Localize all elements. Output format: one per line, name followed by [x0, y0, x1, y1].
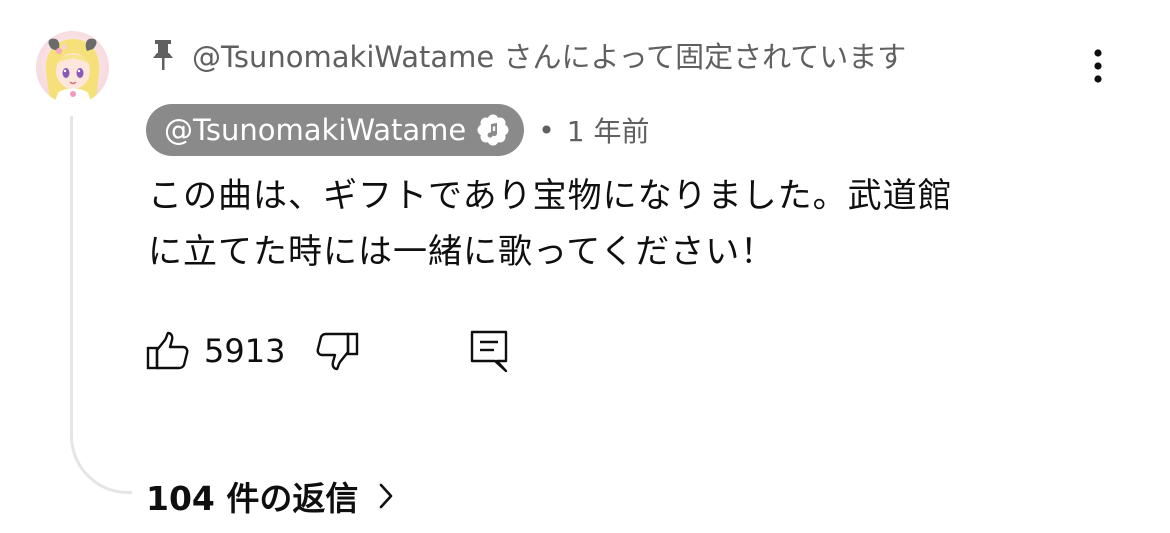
- chevron-right-icon: [378, 482, 394, 510]
- pinned-text: @TsunomakiWatame さんによって固定されています: [192, 40, 907, 74]
- like-count: 5913: [204, 332, 286, 370]
- separator-dot: •: [538, 113, 555, 147]
- thumb-up-icon: [146, 331, 189, 370]
- music-artist-badge-icon: [476, 113, 510, 147]
- avatar-image-icon: [45, 38, 100, 104]
- reply-button[interactable]: [469, 329, 509, 373]
- reply-thread-line: [70, 116, 132, 494]
- dislike-button[interactable]: [315, 331, 359, 371]
- thumb-down-icon: [316, 332, 359, 371]
- more-vert-icon: [1094, 49, 1102, 83]
- pin-icon: [148, 36, 178, 74]
- comment-actions: 5913: [146, 326, 509, 376]
- author-chip[interactable]: @TsunomakiWatame: [146, 104, 525, 156]
- reply-comment-icon: [471, 330, 508, 373]
- comment-text-line: に立てた時には一緒に歌ってください！: [148, 232, 776, 272]
- like-button[interactable]: [146, 331, 190, 371]
- view-replies-button[interactable]: 104 件の返信: [146, 472, 394, 520]
- comment-text: この曲は、ギフトであり宝物になりました。武道館 に立てた時には一緒に歌ってくださ…: [148, 168, 1078, 280]
- comment-text-line: この曲は、ギフトであり宝物になりました。武道館: [148, 176, 953, 216]
- replies-label: 104 件の返信: [146, 479, 359, 518]
- more-actions-button[interactable]: [1083, 44, 1113, 88]
- comment-header: @TsunomakiWatame • 1 年前: [146, 104, 649, 156]
- comment-time[interactable]: 1 年前: [567, 110, 650, 150]
- avatar[interactable]: [36, 31, 109, 104]
- author-name: @TsunomakiWatame: [164, 113, 467, 147]
- pinned-label: @TsunomakiWatame さんによって固定されています: [148, 32, 906, 78]
